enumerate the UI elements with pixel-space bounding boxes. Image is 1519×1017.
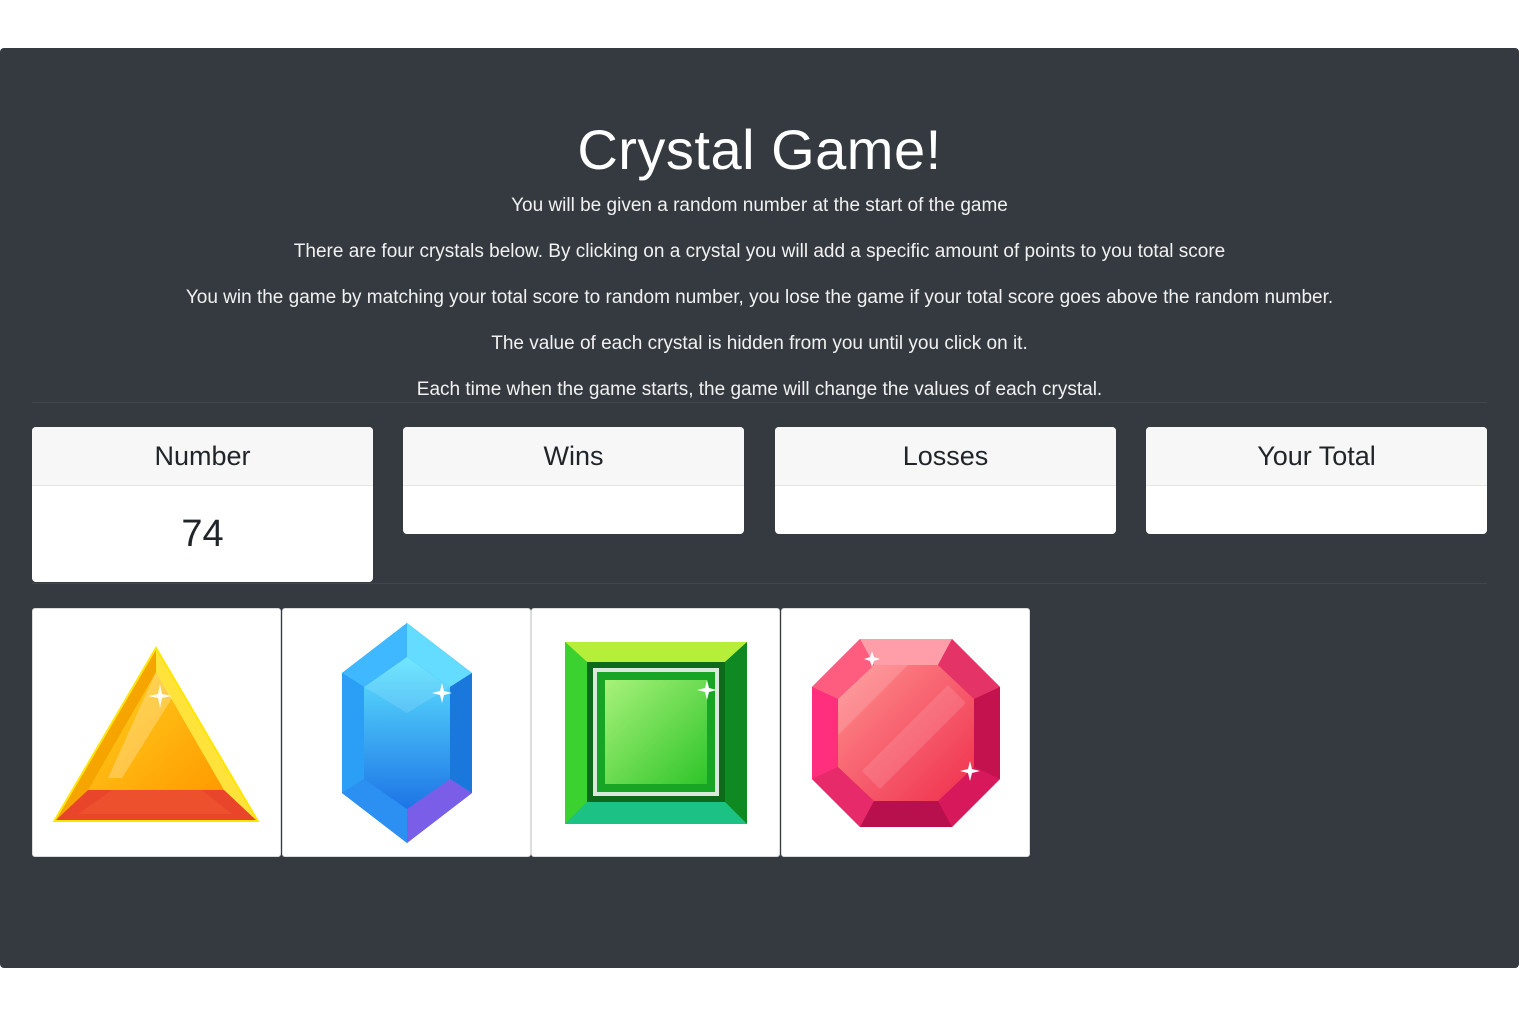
wins-value [403,486,744,534]
losses-card: Losses [775,427,1116,534]
green-square-crystal-icon [564,641,747,824]
wins-card: Wins [403,427,744,534]
losses-card-header: Losses [775,427,1116,486]
rule-text: Each time when the game starts, the game… [416,379,1103,400]
number-card: Number 74 [32,427,373,582]
yellow-triangle-crystal-icon [52,645,259,822]
number-card-header: Number [32,427,373,486]
game-container: Crystal Game! You will be given a random… [0,48,1519,968]
rule-text: The value of each crystal is hidden from… [491,333,1028,354]
page-title: Crystal Game! [577,118,942,181]
wins-card-header: Wins [403,427,744,486]
crystal-button-green[interactable] [531,608,780,857]
crystals-row [32,584,1487,884]
rule-text: You win the game by matching your total … [185,287,1334,308]
total-card: Your Total [1146,427,1487,534]
total-card-header: Your Total [1146,427,1487,486]
crystal-button-red[interactable] [781,608,1030,857]
crystal-button-blue[interactable] [282,608,531,857]
rules: You will be given a random number at the… [32,194,1487,402]
rule-text: There are four crystals below. By clicki… [293,241,1226,262]
blue-hexagon-crystal-icon [341,622,472,843]
total-value [1146,486,1487,534]
stats-row: Number 74 Wins Losses Your Total [32,403,1487,583]
random-number-value: 74 [181,512,224,555]
red-octagon-crystal-icon [811,638,1000,827]
crystal-button-yellow[interactable] [32,608,281,857]
rule-text: You will be given a random number at the… [511,195,1008,216]
losses-value [775,486,1116,534]
